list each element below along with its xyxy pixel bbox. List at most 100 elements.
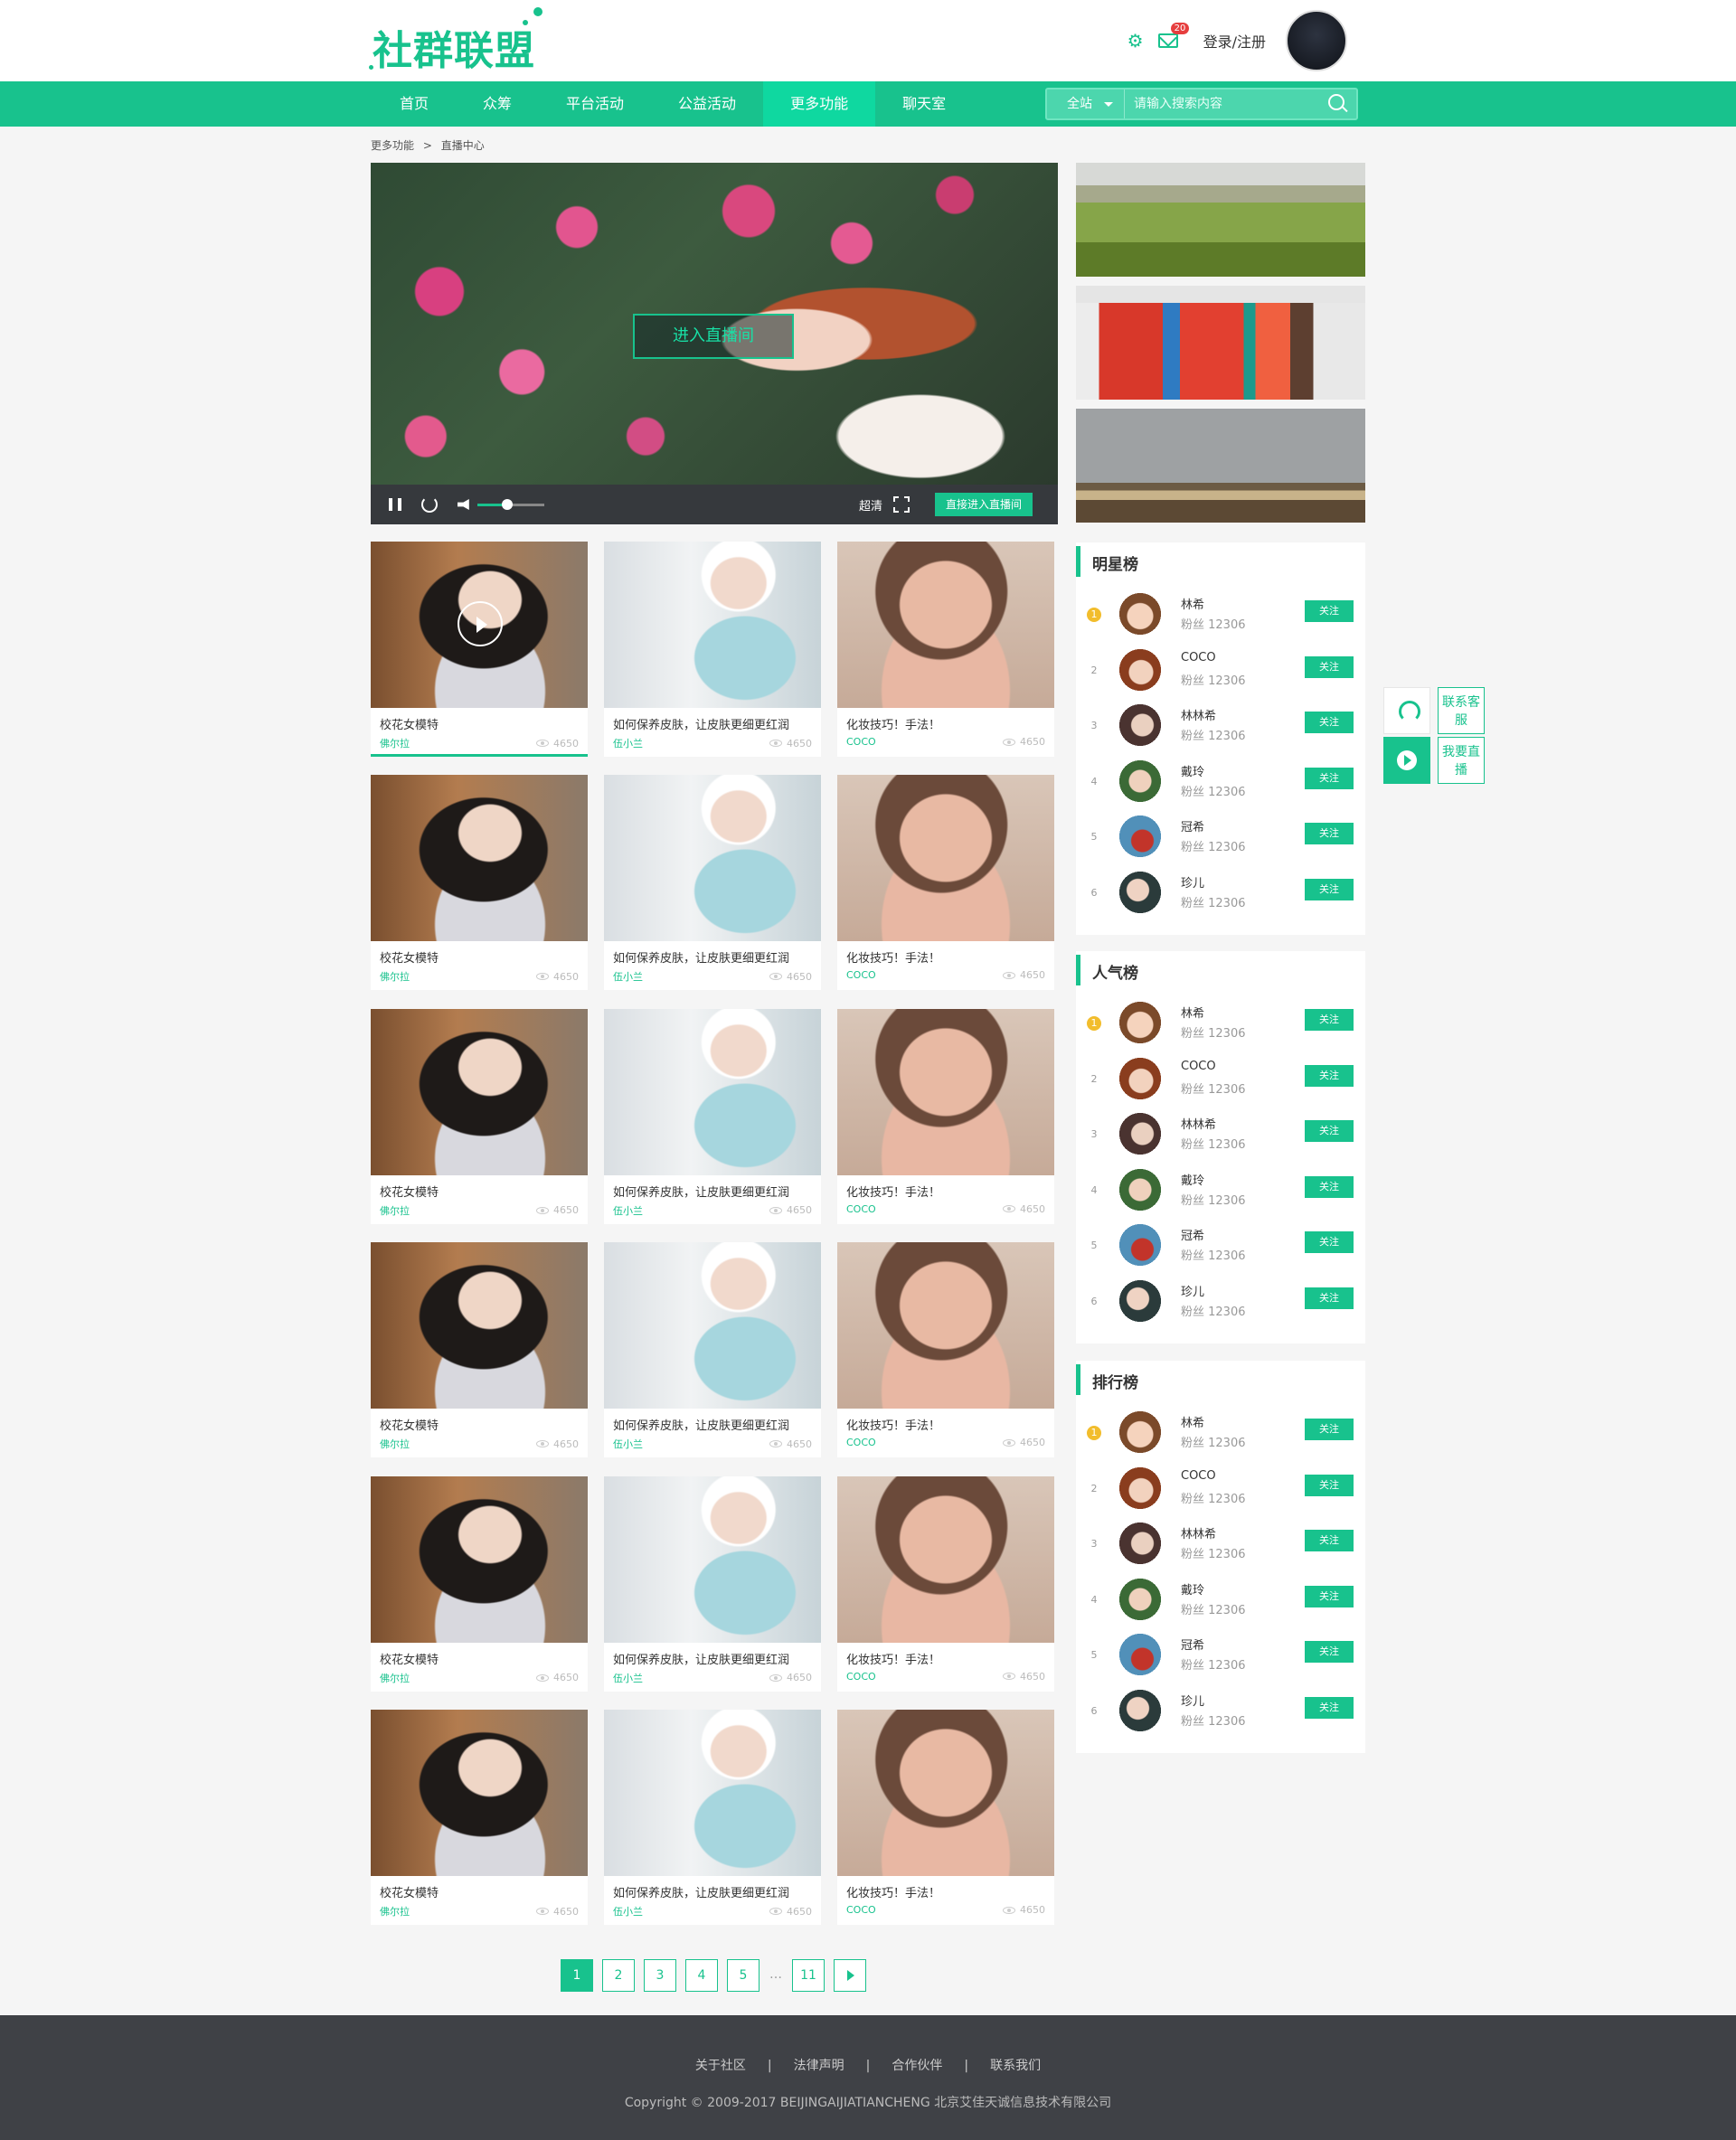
video-card[interactable]: 化妆技巧！手法！ COCO 4650 <box>837 1008 1054 1224</box>
video-card[interactable]: 如何保养皮肤，让皮肤更细更红润 伍小兰 4650 <box>604 775 821 991</box>
search-input[interactable] <box>1125 90 1324 118</box>
video-thumbnail[interactable] <box>837 1710 1054 1876</box>
rank-name[interactable]: 林林希 <box>1181 706 1216 723</box>
video-card[interactable]: 化妆技巧！手法！ COCO 4650 <box>837 1710 1054 1925</box>
video-thumbnail[interactable] <box>604 1008 821 1175</box>
video-card[interactable]: 如何保养皮肤，让皮肤更细更红润 伍小兰 4650 <box>604 542 821 757</box>
footer-link[interactable]: 联系我们 <box>990 2059 1041 2073</box>
video-card[interactable]: 校花女模特 佛尔拉 4650 <box>371 775 588 991</box>
video-author[interactable]: COCO <box>846 1203 876 1215</box>
video-author[interactable]: 佛尔拉 <box>380 1904 410 1918</box>
avatar[interactable] <box>1118 1687 1163 1733</box>
follow-button[interactable]: 关注 <box>1305 712 1354 733</box>
fullscreen-icon[interactable] <box>893 496 910 513</box>
enter-live-room-button[interactable]: 进入直播间 <box>633 314 794 359</box>
contact-service[interactable]: 联系客服 <box>1383 687 1485 734</box>
follow-button[interactable]: 关注 <box>1305 1585 1354 1607</box>
start-live-label[interactable]: 我要直播 <box>1438 737 1485 784</box>
avatar[interactable] <box>1118 1632 1163 1677</box>
avatar[interactable] <box>1118 1222 1163 1268</box>
follow-button[interactable]: 关注 <box>1305 1641 1354 1663</box>
rank-name[interactable]: 珍儿 <box>1181 873 1204 891</box>
site-logo[interactable]: 社群联盟 <box>369 7 542 76</box>
video-thumbnail[interactable] <box>837 775 1054 942</box>
quality-toggle[interactable]: 超清 <box>859 496 882 514</box>
video-author[interactable]: 佛尔拉 <box>380 1203 410 1218</box>
start-live[interactable]: 我要直播 <box>1383 737 1485 784</box>
rank-name[interactable]: COCO <box>1181 651 1216 665</box>
video-thumbnail[interactable] <box>371 1475 588 1643</box>
video-thumbnail[interactable] <box>837 542 1054 708</box>
rank-name[interactable]: 冠希 <box>1181 1226 1204 1243</box>
footer-link[interactable]: 关于社区 <box>695 2059 746 2073</box>
next-page-button[interactable] <box>834 1959 866 1992</box>
rank-name[interactable]: 林希 <box>1181 1413 1204 1430</box>
rank-name[interactable]: 林希 <box>1181 1004 1204 1021</box>
avatar[interactable] <box>1118 1000 1163 1045</box>
page-button[interactable]: 5 <box>727 1959 760 1992</box>
avatar[interactable] <box>1118 1055 1163 1101</box>
page-button[interactable]: 11 <box>792 1959 825 1992</box>
follow-button[interactable]: 关注 <box>1305 1120 1354 1142</box>
video-author[interactable]: 佛尔拉 <box>380 969 410 984</box>
video-thumbnail[interactable] <box>837 1242 1054 1409</box>
rank-name[interactable]: 珍儿 <box>1181 1282 1204 1299</box>
rank-name[interactable]: COCO <box>1181 1469 1216 1483</box>
nav-item[interactable]: 公益活动 <box>651 81 763 127</box>
video-card[interactable]: 校花女模特 佛尔拉 4650 <box>371 1475 588 1692</box>
refresh-icon[interactable] <box>421 496 438 513</box>
video-author[interactable]: COCO <box>846 969 876 981</box>
video-card[interactable]: 校花女模特 佛尔拉 4650 <box>371 542 588 757</box>
follow-button[interactable]: 关注 <box>1305 823 1354 844</box>
follow-button[interactable]: 关注 <box>1305 1175 1354 1198</box>
rank-name[interactable]: 林林希 <box>1181 1524 1216 1541</box>
video-author[interactable]: 伍小兰 <box>613 1203 643 1218</box>
avatar[interactable] <box>1118 1277 1163 1324</box>
volume-slider[interactable] <box>477 498 544 510</box>
nav-item[interactable]: 更多功能 <box>763 81 876 127</box>
video-author[interactable]: 伍小兰 <box>613 736 643 750</box>
video-thumbnail[interactable] <box>837 1475 1054 1643</box>
rank-name[interactable]: 林林希 <box>1181 1115 1216 1132</box>
footer-link[interactable]: 法律声明 <box>794 2059 844 2073</box>
avatar[interactable] <box>1118 869 1163 915</box>
play-icon[interactable] <box>458 601 503 646</box>
avatar[interactable] <box>1118 1521 1163 1566</box>
nav-item[interactable]: 平台活动 <box>539 81 651 127</box>
rank-name[interactable]: 戴玲 <box>1181 1580 1204 1598</box>
video-thumbnail[interactable] <box>371 775 588 942</box>
avatar[interactable] <box>1118 1111 1163 1156</box>
video-author[interactable]: 佛尔拉 <box>380 1671 410 1685</box>
avatar[interactable] <box>1118 814 1163 859</box>
follow-button[interactable]: 关注 <box>1305 1696 1354 1719</box>
direct-live-button[interactable]: 直接进入直播间 <box>935 493 1033 516</box>
video-thumbnail[interactable] <box>604 1710 821 1876</box>
banner-golf-image[interactable] <box>1076 163 1365 277</box>
video-author[interactable]: 佛尔拉 <box>380 736 410 750</box>
live-play-icon[interactable] <box>1383 737 1430 784</box>
video-thumbnail[interactable] <box>604 542 821 708</box>
page-button[interactable]: 1 <box>561 1959 593 1992</box>
user-avatar[interactable] <box>1286 10 1347 71</box>
live-player[interactable]: 进入直播间 超清 直接进入直播间 <box>371 163 1058 524</box>
gear-icon[interactable]: ⚙ <box>1127 32 1146 50</box>
video-author[interactable]: 伍小兰 <box>613 1437 643 1451</box>
follow-button[interactable]: 关注 <box>1305 1231 1354 1253</box>
video-thumbnail[interactable] <box>604 775 821 942</box>
video-card[interactable]: 如何保养皮肤，让皮肤更细更红润 伍小兰 4650 <box>604 1475 821 1692</box>
avatar[interactable] <box>1118 1409 1163 1455</box>
avatar[interactable] <box>1118 646 1163 693</box>
follow-button[interactable]: 关注 <box>1305 1474 1354 1496</box>
rank-name[interactable]: 戴玲 <box>1181 762 1204 779</box>
video-card[interactable]: 校花女模特 佛尔拉 4650 <box>371 1710 588 1925</box>
avatar[interactable] <box>1118 591 1163 636</box>
banner-books-image[interactable] <box>1076 409 1365 523</box>
video-card[interactable]: 化妆技巧！手法！ COCO 4650 <box>837 1242 1054 1458</box>
follow-button[interactable]: 关注 <box>1305 1287 1354 1309</box>
follow-button[interactable]: 关注 <box>1305 1064 1354 1087</box>
nav-item[interactable]: 众筹 <box>456 81 539 127</box>
video-card[interactable]: 化妆技巧！手法！ COCO 4650 <box>837 775 1054 991</box>
video-card[interactable]: 如何保养皮肤，让皮肤更细更红润 伍小兰 4650 <box>604 1242 821 1458</box>
video-card[interactable]: 化妆技巧！手法！ COCO 4650 <box>837 542 1054 757</box>
search-icon[interactable] <box>1324 90 1351 118</box>
